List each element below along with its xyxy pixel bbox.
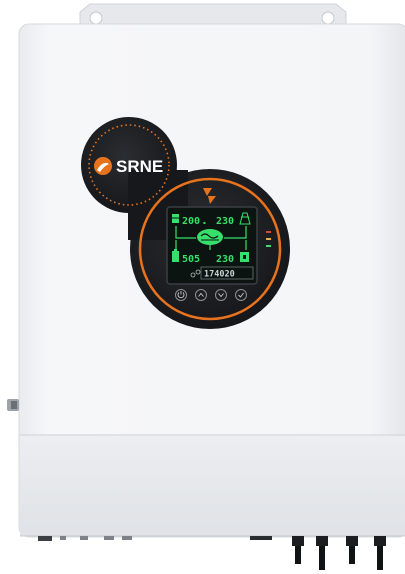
cable-gland xyxy=(292,536,304,564)
inverter-scene: SRNE 200 ▪ 230 505 230 174020 xyxy=(7,3,405,570)
cable-gland xyxy=(346,536,358,564)
led-run xyxy=(266,245,271,247)
load-icon xyxy=(240,252,249,262)
up-button[interactable] xyxy=(195,289,207,301)
grid-value: 230 xyxy=(216,216,234,227)
brand-logo-text: SRNE xyxy=(116,157,163,176)
cable-gland xyxy=(374,536,386,570)
led-fault xyxy=(266,231,271,233)
pv-value: 200 xyxy=(182,216,200,227)
load-value: 230 xyxy=(216,254,234,265)
enter-button[interactable] xyxy=(235,289,247,301)
battery-value: 505 xyxy=(182,254,200,265)
cable-gland xyxy=(316,536,328,570)
power-button[interactable] xyxy=(175,289,187,301)
side-terminal xyxy=(7,399,19,411)
down-button[interactable] xyxy=(215,289,227,301)
pv-unit-glyph: ▪ xyxy=(203,220,206,225)
lcd-display: 200 ▪ 230 505 230 174020 xyxy=(166,206,258,285)
pv-icon xyxy=(172,214,179,223)
energy-value: 174020 xyxy=(204,270,235,280)
led-warning xyxy=(266,238,271,240)
brand-logo: SRNE xyxy=(94,157,163,176)
srne-logo-icon xyxy=(94,157,112,175)
bottom-cable-glands xyxy=(250,536,386,570)
inverter-core-icon xyxy=(197,229,223,245)
